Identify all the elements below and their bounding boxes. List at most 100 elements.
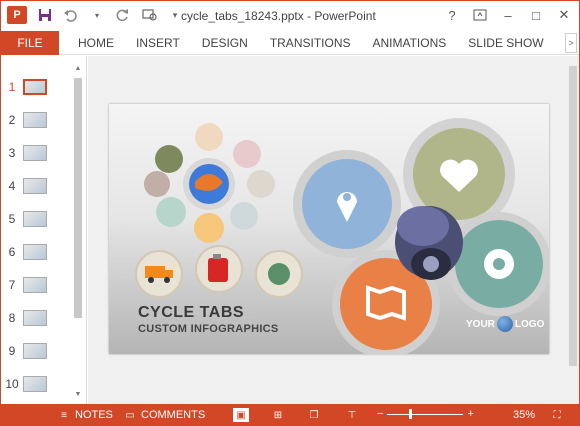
zoom-slider[interactable] [387, 408, 464, 420]
present-icon[interactable] [141, 7, 157, 23]
slide-number: 6 [8, 245, 16, 259]
thumbnail-5[interactable]: 5 [1, 208, 71, 230]
slide-number: 10 [5, 377, 19, 391]
maximize-button[interactable]: □ [525, 5, 547, 25]
slide-thumbnail-image [23, 376, 47, 392]
comments-button[interactable]: ▭ COMMENTS [123, 409, 205, 421]
slide-editing-area: CYCLE TABS CUSTOM INFOGRAPHICS YOUR LOGO [88, 56, 579, 404]
tab-design[interactable]: DESIGN [191, 36, 259, 50]
slide-number: 7 [8, 278, 16, 292]
thumbnail-6[interactable]: 6 [1, 241, 71, 263]
flower-petal [233, 140, 261, 168]
powerpoint-logo: P [7, 6, 27, 24]
notes-label: NOTES [75, 409, 113, 421]
tab-file[interactable]: FILE [1, 31, 59, 55]
slide-thumbnail-image [23, 277, 47, 293]
flower-petal [194, 213, 224, 243]
flower-petal [156, 197, 186, 227]
logo-globe-icon [496, 316, 513, 332]
comment-icon: ▭ [125, 409, 135, 421]
thumbnail-1[interactable]: 1 [1, 76, 71, 98]
bubble-truck [135, 250, 183, 298]
zoom-control: − + [377, 408, 474, 420]
current-slide[interactable]: CYCLE TABS CUSTOM INFOGRAPHICS YOUR LOGO [109, 104, 549, 354]
thumbnail-7[interactable]: 7 [1, 274, 71, 296]
flower-petal [230, 202, 258, 230]
slide-thumbnail-image [23, 79, 47, 95]
slide-thumbnail-image [23, 178, 47, 194]
help-button[interactable]: ? [441, 5, 463, 25]
logo-text-left: YOUR [466, 318, 495, 330]
logo-text-right: LOGO [514, 318, 545, 330]
flower-petal [195, 123, 223, 151]
scrollbar-thumb[interactable] [74, 78, 82, 318]
slide-thumbnail-image [23, 310, 47, 326]
powerpoint-window: P ▾ ▾ cycle_tabs_18243.pptx - PowerPoint… [0, 0, 580, 426]
slide-subtitle: CUSTOM INFOGRAPHICS [138, 323, 279, 335]
scroll-down-icon[interactable]: ▼ [73, 390, 83, 400]
logo-placeholder: YOUR LOGO [466, 316, 544, 332]
slide-number: 9 [8, 344, 16, 358]
close-button[interactable]: ✕ [553, 5, 575, 25]
status-bar: ≡ NOTES ▭ COMMENTS ▣ ⊞ ❐ ⊤ − + 35% ⛶ [1, 404, 579, 426]
thumbnail-3[interactable]: 3 [1, 142, 71, 164]
slide-number: 4 [8, 179, 16, 193]
tab-slide-show[interactable]: SLIDE SHOW [457, 36, 554, 50]
slide-title: CYCLE TABS [138, 304, 245, 321]
redo-icon[interactable] [115, 7, 131, 23]
slide-sorter-icon[interactable]: ⊞ [271, 409, 285, 421]
thumbnail-scrollbar[interactable]: ▲ ▼ [73, 64, 83, 400]
quick-access-toolbar: P ▾ ▾ [7, 6, 183, 24]
notes-button[interactable]: ≡ NOTES [57, 409, 113, 421]
chevron-down-icon[interactable]: ▾ [89, 7, 105, 23]
slide-thumbnail-image [23, 211, 47, 227]
save-icon[interactable] [37, 7, 53, 23]
slide-number: 2 [8, 113, 16, 127]
zoom-out-button[interactable]: − [377, 408, 383, 420]
window-controls: ? – □ ✕ [441, 5, 575, 25]
undo-icon[interactable] [63, 7, 79, 23]
zoom-level[interactable]: 35% [513, 409, 535, 421]
bubble-recycle [255, 250, 303, 298]
slide-number: 8 [8, 311, 16, 325]
ribbon-display-icon[interactable] [469, 5, 491, 25]
ribbon-scroll-right-icon[interactable]: > [565, 33, 577, 53]
flower-petal [155, 145, 183, 173]
slide-number: 3 [8, 146, 16, 160]
zoom-slider-knob[interactable] [409, 409, 413, 419]
slide-thumbnail-image [23, 343, 47, 359]
scroll-up-icon[interactable]: ▲ [73, 64, 83, 74]
window-title: cycle_tabs_18243.pptx - PowerPoint [181, 9, 376, 23]
ribbon-tabs: FILE HOME INSERT DESIGN TRANSITIONS ANIM… [1, 31, 579, 55]
notes-icon: ≡ [61, 409, 67, 421]
comments-label: COMMENTS [141, 409, 206, 421]
bubble-fuel-can [195, 245, 243, 293]
flower-cluster [144, 123, 275, 243]
flower-petal [144, 171, 170, 197]
tab-animations[interactable]: ANIMATIONS [361, 36, 457, 50]
slide-number: 5 [8, 212, 16, 226]
ribbon-tab-list: HOME INSERT DESIGN TRANSITIONS ANIMATION… [67, 31, 555, 55]
thumbnail-10[interactable]: 10 [1, 373, 71, 395]
tab-insert[interactable]: INSERT [125, 36, 191, 50]
scrollbar-thumb[interactable] [569, 66, 577, 366]
thumbnail-9[interactable]: 9 [1, 340, 71, 362]
tab-transitions[interactable]: TRANSITIONS [259, 36, 362, 50]
editor-scrollbar[interactable] [567, 56, 579, 404]
slide-thumbnail-image [23, 112, 47, 128]
slide-thumbnail-image [23, 244, 47, 260]
thumbnail-8[interactable]: 8 [1, 307, 71, 329]
title-bar: P ▾ ▾ cycle_tabs_18243.pptx - PowerPoint… [1, 1, 579, 31]
slide-thumbnail-pane: 1 2 3 4 5 6 7 8 9 10 ▲ ▼ [1, 56, 87, 404]
normal-view-icon[interactable]: ▣ [233, 408, 249, 422]
zoom-in-button[interactable]: + [467, 408, 473, 420]
flower-petal [247, 170, 275, 198]
tab-home[interactable]: HOME [67, 36, 125, 50]
thumbnail-2[interactable]: 2 [1, 109, 71, 131]
slide-number: 1 [8, 80, 16, 94]
fit-to-window-icon[interactable]: ⛶ [550, 409, 564, 421]
thumbnail-4[interactable]: 4 [1, 175, 71, 197]
minimize-button[interactable]: – [497, 5, 519, 25]
reading-view-icon[interactable]: ❐ [307, 409, 321, 421]
slide-show-icon[interactable]: ⊤ [345, 409, 359, 421]
